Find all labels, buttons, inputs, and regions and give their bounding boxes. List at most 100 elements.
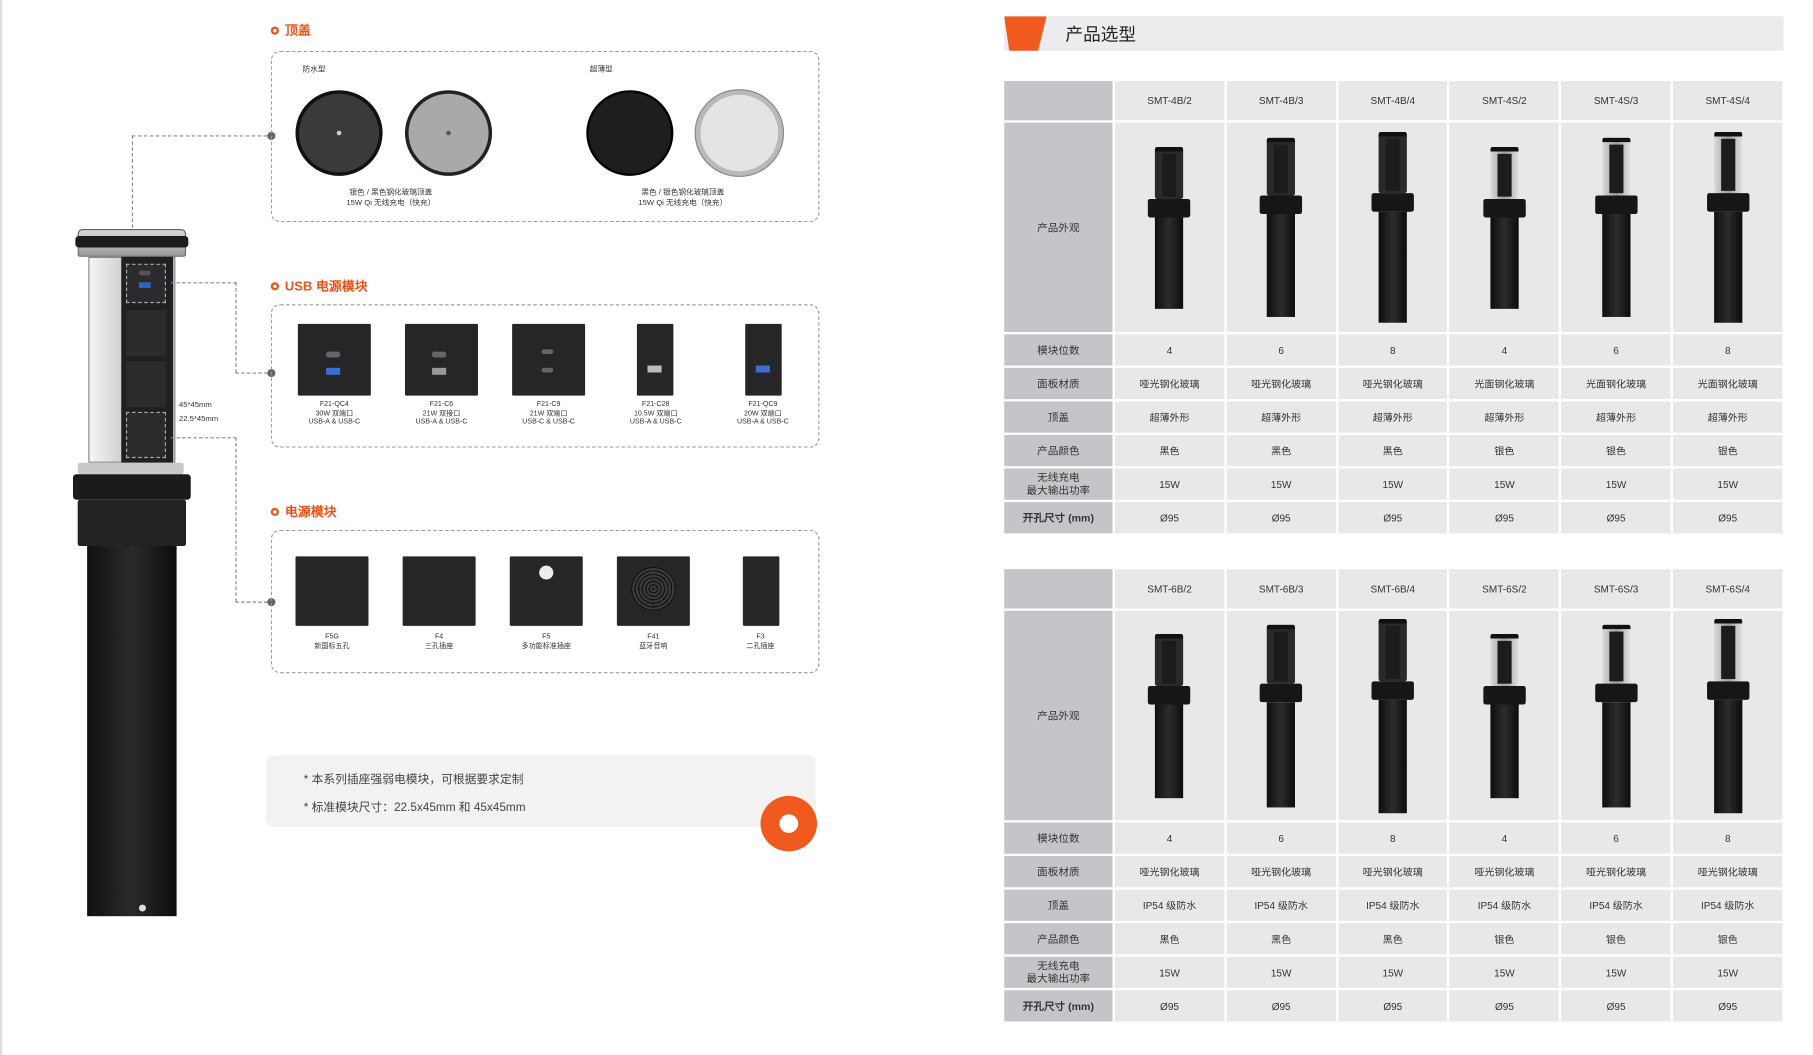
row-label-slots: 模块位数: [1004, 334, 1113, 366]
power-module-f4: [402, 556, 476, 626]
cell-wireless: 15W: [1673, 468, 1783, 500]
table2-model: SMT-6B/4: [1338, 569, 1448, 609]
power-caption-2: F4 三孔插座: [424, 633, 454, 650]
cell-cover: IP54 级防水: [1114, 889, 1225, 921]
usb-modules-box: F21-QC4 30W 双端口 USB-A & USB-C F21-C6 21W 双接…: [270, 304, 820, 448]
cell-slots: 6: [1561, 822, 1671, 854]
connector-top: [131, 135, 274, 137]
cell-color: 银色: [1449, 434, 1560, 467]
product-image: [1449, 610, 1560, 821]
cell-cover: IP54 级防水: [1561, 889, 1671, 921]
cell-wireless: 15W: [1114, 956, 1225, 988]
cell-panel: 哑光钢化玻璃: [1561, 856, 1671, 888]
cell-cutout: Ø95: [1673, 990, 1783, 1022]
table2-model: SMT-6S/2: [1449, 569, 1560, 609]
power-module-f5g: [295, 556, 369, 626]
caption-ultrathin-1: 黑色 / 银色钢化玻璃顶盖: [641, 188, 725, 197]
cell-panel: 哑光钢化玻璃: [1449, 856, 1560, 888]
product-pole-illustration: [1369, 618, 1416, 813]
table1-model: SMT-4S/3: [1561, 80, 1671, 121]
product-image: [1561, 122, 1671, 333]
cell-color: 银色: [1673, 434, 1783, 467]
cell-color: 黑色: [1226, 923, 1336, 955]
tower-illustration: [71, 229, 200, 923]
power-caption-4: F41 蓝牙音响: [639, 633, 668, 650]
power-modules-box: F5G 新国标五孔 F4 三孔插座 F5 多功能标准插座 F41 蓝牙音响 F3 二孔插座: [270, 529, 820, 674]
page-title: 产品选型: [1065, 25, 1137, 46]
cell-panel: 光面钢化玻璃: [1449, 367, 1560, 400]
cell-color: 黑色: [1338, 923, 1448, 955]
table2-corner: [1004, 569, 1113, 609]
cell-wireless: 15W: [1673, 956, 1783, 988]
cell-cover: 超薄外形: [1338, 401, 1448, 433]
product-pole-illustration: [1258, 137, 1305, 317]
cell-cover: IP54 级防水: [1226, 889, 1336, 921]
cell-panel: 哑光钢化玻璃: [1114, 367, 1225, 400]
connector-power: [170, 437, 237, 439]
product-pole-illustration: [1593, 137, 1640, 317]
cell-panel: 哑光钢化玻璃: [1338, 856, 1448, 888]
cell-slots: 8: [1673, 822, 1783, 854]
cell-cutout: Ø95: [1338, 502, 1448, 534]
usb-module-c28: [636, 323, 674, 396]
cover-black-ultrathin: [586, 90, 674, 176]
cell-cover: IP54 级防水: [1338, 889, 1448, 921]
usb-module-qc4: [297, 323, 371, 396]
cover-silver-ultrathin: [695, 90, 783, 176]
caption-ultrathin-2: 15W Qi 无线充电（快充）: [638, 198, 728, 208]
cell-slots: 8: [1338, 822, 1448, 854]
cell-cover: 超薄外形: [1449, 401, 1560, 433]
selection-table-1: SMT-4B/2 SMT-4B/3 SMT-4B/4 SMT-4S/2 SMT-…: [1002, 79, 1785, 536]
section-title-power: 电源模块: [270, 502, 337, 521]
cell-cutout: Ø95: [1226, 502, 1336, 534]
cell-cutout: Ø95: [1226, 990, 1336, 1022]
table1-model: SMT-4S/2: [1449, 80, 1560, 121]
cell-slots: 6: [1226, 334, 1336, 366]
cell-wireless: 15W: [1561, 956, 1671, 988]
row-label-cover: 顶盖: [1004, 401, 1113, 433]
cell-cover: 超薄外形: [1226, 401, 1336, 433]
cell-slots: 6: [1226, 822, 1336, 854]
table1-model: SMT-4B/3: [1226, 80, 1336, 121]
caption-waterproof-2: 15W Qi 无线充电（快充）: [346, 198, 436, 208]
row-label-appearance: 产品外观: [1004, 122, 1113, 333]
product-image: [1449, 122, 1560, 333]
row-label-color: 产品颜色: [1004, 923, 1113, 955]
cell-wireless: 15W: [1226, 956, 1336, 988]
row-label-appearance: 产品外观: [1004, 610, 1113, 821]
cell-slots: 4: [1114, 822, 1225, 854]
product-image: [1114, 610, 1225, 821]
cell-slots: 8: [1338, 334, 1448, 366]
cell-slots: 4: [1449, 822, 1560, 854]
table2-model: SMT-6S/4: [1673, 569, 1783, 609]
table2-model: SMT-6S/3: [1561, 569, 1671, 609]
product-pole-illustration: [1481, 146, 1528, 309]
connector-usb: [170, 282, 237, 284]
cell-slots: 6: [1561, 334, 1671, 366]
outlet-slot-3: [125, 411, 166, 459]
cell-wireless: 15W: [1114, 468, 1225, 500]
cell-panel: 哑光钢化玻璃: [1226, 856, 1336, 888]
usb-caption-1: F21-QC4 30W 双端口 USB-A & USB-C: [308, 401, 361, 426]
outlet-slot-1: [125, 310, 166, 357]
row-label-color: 产品颜色: [1004, 434, 1113, 467]
row-label-panel: 面板材质: [1004, 856, 1113, 888]
cell-panel: 光面钢化玻璃: [1673, 367, 1783, 400]
cell-cutout: Ø95: [1561, 990, 1671, 1022]
product-pole-illustration: [1146, 146, 1193, 309]
usb-caption-2: F21-C6 21W 双接口 USB-A & USB-C: [415, 401, 468, 426]
dim-label-2: 22.5*45mm: [178, 415, 219, 424]
cell-cutout: Ø95: [1449, 502, 1560, 534]
product-image: [1673, 122, 1783, 333]
cell-color: 黑色: [1338, 434, 1448, 467]
row-label-cover: 顶盖: [1004, 889, 1113, 921]
table1-model: SMT-4B/4: [1338, 80, 1448, 121]
cell-color: 银色: [1673, 923, 1783, 955]
speaker-grille-icon: [631, 566, 676, 611]
cell-panel: 哑光钢化玻璃: [1673, 856, 1783, 888]
table1-model: SMT-4S/4: [1673, 80, 1783, 121]
product-pole-illustration: [1146, 633, 1193, 798]
product-image: [1338, 610, 1448, 821]
selection-table-2: SMT-6B/2 SMT-6B/3 SMT-6B/4 SMT-6S/2 SMT-…: [1002, 567, 1785, 1024]
cell-cutout: Ø95: [1561, 502, 1671, 534]
